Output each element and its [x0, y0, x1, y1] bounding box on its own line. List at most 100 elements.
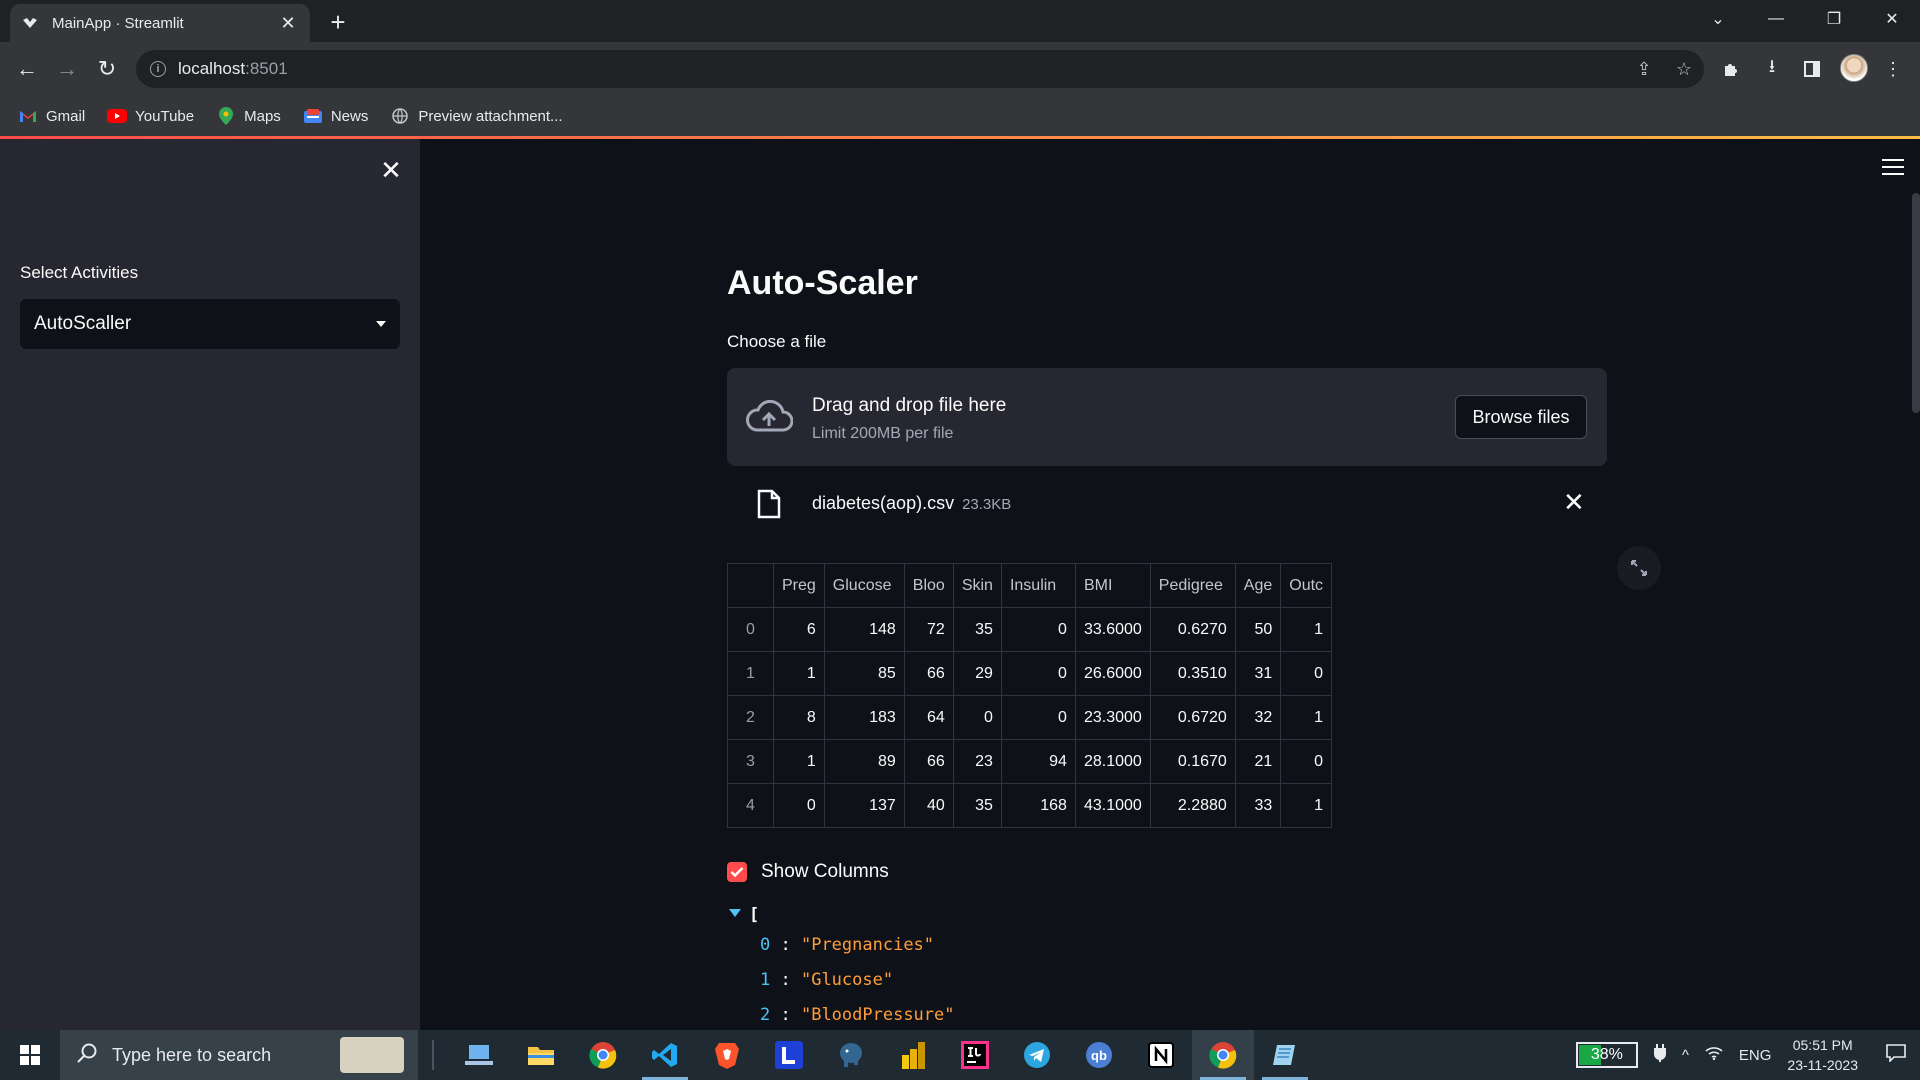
taskbar-app-qbittorrent-icon[interactable]: qb	[1068, 1030, 1130, 1080]
column-header[interactable]	[727, 563, 774, 608]
checkbox-checked-icon[interactable]	[727, 862, 747, 882]
table-cell[interactable]: 23	[952, 739, 1002, 784]
table-cell[interactable]: 137	[823, 783, 905, 828]
table-cell[interactable]: 1	[773, 739, 825, 784]
minimize-icon[interactable]: —	[1748, 0, 1804, 38]
bookmark-maps[interactable]: Maps	[216, 107, 281, 125]
table-cell[interactable]: 1	[1280, 695, 1333, 740]
table-cell[interactable]: 1	[773, 651, 825, 696]
clock[interactable]: 05:51 PM 23-11-2023	[1787, 1035, 1858, 1075]
profile-avatar[interactable]	[1840, 54, 1868, 82]
table-cell[interactable]: 85	[823, 651, 905, 696]
table-cell[interactable]: 0.6270	[1149, 607, 1236, 652]
bookmark-news[interactable]: News	[303, 108, 368, 125]
table-cell[interactable]: 0	[1000, 695, 1076, 740]
table-cell[interactable]: 0	[1280, 651, 1333, 696]
taskbar-app-chrome-icon[interactable]	[572, 1030, 634, 1080]
table-cell[interactable]: 43.1000	[1074, 783, 1151, 828]
dataframe[interactable]: Preg Glucose Bloo Skin Insulin BMI Pedig…	[727, 563, 1333, 828]
reload-icon[interactable]: ↻	[90, 52, 124, 86]
table-cell[interactable]: 66	[903, 739, 954, 784]
table-cell[interactable]: 1	[1280, 607, 1333, 652]
taskbar-app-notepad-icon[interactable]	[1254, 1030, 1316, 1080]
side-panel-icon[interactable]	[1795, 52, 1829, 86]
taskbar-app-telegram-icon[interactable]	[1006, 1030, 1068, 1080]
table-cell[interactable]: 6	[773, 607, 825, 652]
wifi-icon[interactable]	[1705, 1046, 1723, 1064]
bookmark-youtube[interactable]: YouTube	[107, 108, 194, 125]
tab-search-icon[interactable]: ⌄	[1690, 0, 1746, 38]
chevron-up-icon[interactable]: ^	[1682, 1047, 1689, 1064]
table-cell[interactable]: 0	[1000, 651, 1076, 696]
file-dropzone[interactable]: Drag and drop file here Limit 200MB per …	[727, 368, 1607, 466]
table-cell[interactable]: 0	[952, 695, 1002, 740]
table-cell[interactable]: 0.3510	[1149, 651, 1236, 696]
column-header[interactable]: Skin	[952, 563, 1002, 608]
browser-menu-icon[interactable]: ⋮	[1876, 52, 1910, 86]
column-header[interactable]: Preg	[773, 563, 825, 608]
table-cell[interactable]: 72	[903, 607, 954, 652]
table-cell[interactable]: 64	[903, 695, 954, 740]
remove-file-icon[interactable]: ✕	[1563, 487, 1585, 518]
column-header[interactable]: BMI	[1074, 563, 1151, 608]
browse-files-button[interactable]: Browse files	[1455, 395, 1587, 439]
table-cell[interactable]: 21	[1234, 739, 1282, 784]
table-cell[interactable]: 66	[903, 651, 954, 696]
table-cell[interactable]: 8	[773, 695, 825, 740]
taskbar-app-file-explorer-icon[interactable]	[510, 1030, 572, 1080]
taskbar-app-postgres-icon[interactable]	[820, 1030, 882, 1080]
taskbar-app-intellij-icon[interactable]	[944, 1030, 1006, 1080]
table-cell[interactable]: 2.2880	[1149, 783, 1236, 828]
taskbar-app-laptop-icon[interactable]	[448, 1030, 510, 1080]
table-cell[interactable]: 50	[1234, 607, 1282, 652]
json-collapse-icon[interactable]	[729, 909, 741, 917]
new-tab-button[interactable]: +	[322, 6, 354, 38]
row-index[interactable]: 4	[727, 783, 774, 828]
table-cell[interactable]: 0.1670	[1149, 739, 1236, 784]
bookmark-preview[interactable]: Preview attachment...	[390, 108, 563, 125]
restore-icon[interactable]: ❐	[1806, 0, 1862, 38]
notifications-icon[interactable]	[1886, 1044, 1906, 1066]
table-cell[interactable]: 148	[823, 607, 905, 652]
table-cell[interactable]: 31	[1234, 651, 1282, 696]
table-cell[interactable]: 23.3000	[1074, 695, 1151, 740]
row-index[interactable]: 1	[727, 651, 774, 696]
scrollbar[interactable]	[1912, 193, 1920, 413]
column-header[interactable]: Age	[1234, 563, 1282, 608]
bookmark-star-icon[interactable]: ☆	[1664, 50, 1704, 88]
language-indicator[interactable]: ENG	[1739, 1047, 1772, 1064]
fullscreen-expand-icon[interactable]	[1617, 546, 1661, 590]
taskbar-app-powerbi-icon[interactable]	[882, 1030, 944, 1080]
download-icon[interactable]: ⭳	[1755, 52, 1789, 86]
back-icon[interactable]: ←	[10, 52, 44, 86]
table-cell[interactable]: 35	[952, 607, 1002, 652]
table-cell[interactable]: 29	[952, 651, 1002, 696]
table-cell[interactable]: 0	[773, 783, 825, 828]
taskbar-app-notion-icon[interactable]	[1130, 1030, 1192, 1080]
show-columns-checkbox[interactable]: Show Columns	[727, 861, 889, 883]
table-cell[interactable]: 183	[823, 695, 905, 740]
row-index[interactable]: 2	[727, 695, 774, 740]
site-info-icon[interactable]: i	[150, 61, 166, 77]
windows-start-icon[interactable]	[0, 1030, 60, 1080]
column-header[interactable]: Bloo	[903, 563, 954, 608]
table-cell[interactable]: 33	[1234, 783, 1282, 828]
tab-close-icon[interactable]: ✕	[278, 13, 298, 34]
table-cell[interactable]: 40	[903, 783, 954, 828]
forward-icon[interactable]: →	[50, 52, 84, 86]
column-header[interactable]: Glucose	[823, 563, 905, 608]
table-cell[interactable]: 0	[1000, 607, 1076, 652]
battery-indicator[interactable]: 38%	[1575, 1042, 1638, 1068]
table-cell[interactable]: 26.6000	[1074, 651, 1151, 696]
bookmark-gmail[interactable]: Gmail	[18, 108, 85, 125]
column-header[interactable]: Outc	[1280, 563, 1333, 608]
taskbar-app-l-icon[interactable]	[758, 1030, 820, 1080]
table-cell[interactable]: 168	[1000, 783, 1076, 828]
column-header[interactable]: Insulin	[1000, 563, 1076, 608]
table-cell[interactable]: 28.1000	[1074, 739, 1151, 784]
table-cell[interactable]: 89	[823, 739, 905, 784]
app-menu-icon[interactable]	[1882, 159, 1904, 180]
table-cell[interactable]: 32	[1234, 695, 1282, 740]
table-cell[interactable]: 0.6720	[1149, 695, 1236, 740]
sidebar-close-icon[interactable]: ✕	[376, 155, 406, 185]
